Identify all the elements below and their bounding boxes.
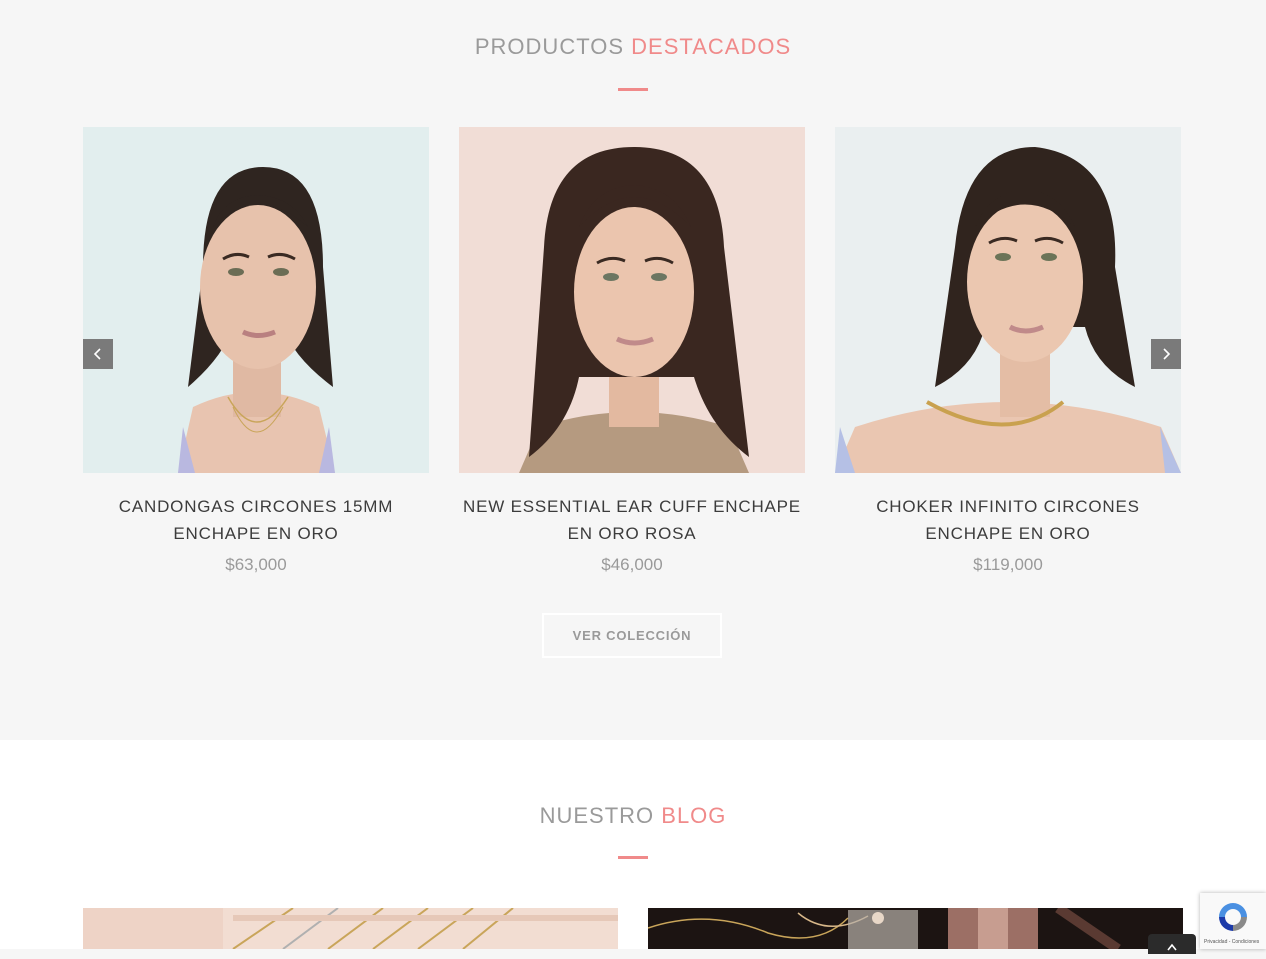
blog-title-plain: NUESTRO: [539, 803, 655, 828]
chevron-up-icon: [1167, 943, 1177, 951]
product-price: $119,000: [973, 555, 1043, 574]
product-image[interactable]: [83, 127, 429, 473]
product-card[interactable]: NEW ESSENTIAL EAR CUFF ENCHAPE EN ORO RO…: [459, 127, 805, 575]
recaptcha-icon: [1219, 903, 1247, 931]
recaptcha-badge[interactable]: Privacidad - Condiciones: [1200, 893, 1266, 949]
blog-post-image[interactable]: [83, 908, 618, 949]
product-name[interactable]: NEW ESSENTIAL EAR CUFF ENCHAPE EN ORO RO…: [459, 493, 805, 547]
view-collection-button[interactable]: VER COLECCIÓN: [542, 613, 722, 658]
product-name[interactable]: CHOKER INFINITO CIRCONES ENCHAPE EN ORO: [835, 493, 1181, 547]
recaptcha-terms-link[interactable]: Privacidad - Condiciones: [1204, 939, 1259, 945]
chevron-right-icon: [1163, 348, 1171, 360]
product-card[interactable]: CHOKER INFINITO CIRCONES ENCHAPE EN ORO …: [835, 127, 1181, 575]
product-price: $63,000: [225, 555, 287, 574]
product-name[interactable]: CANDONGAS CIRCONES 15MM ENCHAPE EN ORO: [83, 493, 429, 547]
carousel-prev-button[interactable]: [83, 339, 113, 369]
carousel-next-button[interactable]: [1151, 339, 1181, 369]
product-image[interactable]: [835, 127, 1181, 473]
blog-post-image[interactable]: [648, 908, 1183, 949]
featured-title-divider: [618, 88, 648, 91]
chevron-left-icon: [93, 348, 101, 360]
blog-title-divider: [618, 856, 648, 859]
featured-title-plain: PRODUCTOS: [474, 34, 625, 59]
blog-section-title: NUESTRO BLOG: [0, 803, 1266, 829]
product-price: $46,000: [601, 555, 663, 574]
featured-title-accent: DESTACADOS: [631, 34, 792, 59]
blog-title-accent: BLOG: [661, 803, 727, 828]
product-card[interactable]: CANDONGAS CIRCONES 15MM ENCHAPE EN ORO $…: [83, 127, 429, 575]
product-image[interactable]: [459, 127, 805, 473]
featured-section-title: PRODUCTOS DESTACADOS: [0, 34, 1266, 60]
scroll-to-top-button[interactable]: [1148, 934, 1196, 954]
